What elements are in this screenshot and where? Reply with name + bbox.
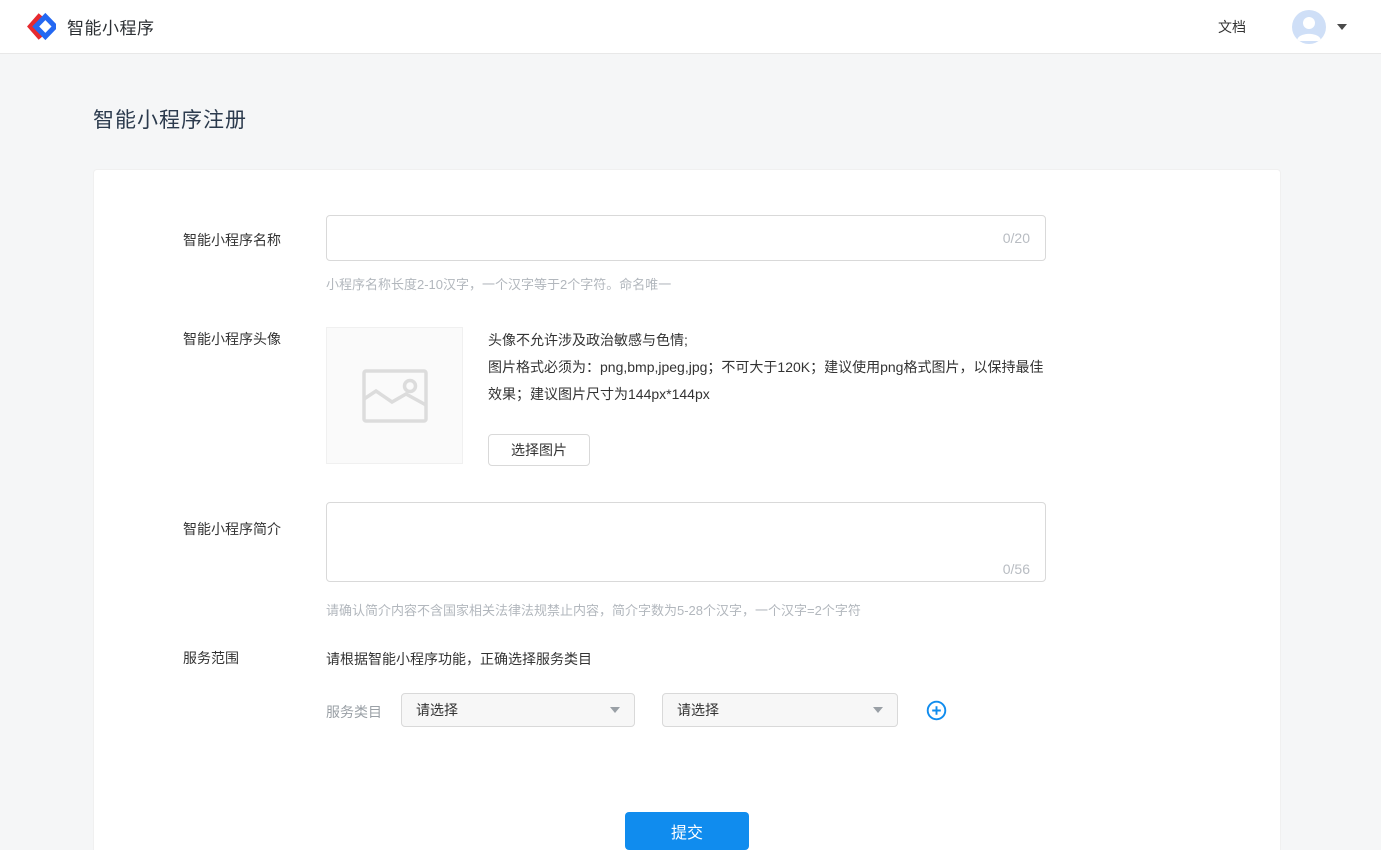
category-select-level2-value: 请选择 <box>677 700 719 720</box>
category-select-level2[interactable]: 请选择 <box>662 693 898 727</box>
brand-title: 智能小程序 <box>67 14 155 39</box>
name-help-text: 小程序名称长度2-10汉字，一个汉字等于2个字符。命名唯一 <box>326 274 1046 293</box>
form-row-scope: 服务范围 请根据智能小程序功能，正确选择服务类目 服务类目 请选择 请选择 <box>94 648 1280 727</box>
chevron-down-icon <box>873 707 883 713</box>
add-circle-icon <box>926 700 947 721</box>
intro-char-counter: 0/56 <box>1003 561 1030 577</box>
avatar-image-placeholder <box>326 327 463 464</box>
user-menu[interactable] <box>1292 10 1347 44</box>
form-row-avatar: 智能小程序头像 头像不允许涉及政治敏感与色情; 图片格式必须为：png,bm <box>94 327 1280 466</box>
intro-help-text: 请确认简介内容不含国家相关法律法规禁止内容，简介字数为5-28个汉字，一个汉字=… <box>326 600 1046 619</box>
category-select-level1-value: 请选择 <box>416 700 458 720</box>
submit-button[interactable]: 提交 <box>625 812 749 850</box>
chevron-down-icon <box>610 707 620 713</box>
name-char-counter: 0/20 <box>1003 230 1030 246</box>
miniprogram-intro-textarea[interactable] <box>326 502 1046 582</box>
caret-down-icon <box>1337 24 1347 30</box>
category-label: 服务类目 <box>326 693 382 722</box>
add-category-button[interactable] <box>926 700 947 721</box>
intro-label: 智能小程序简介 <box>183 502 326 619</box>
scope-label: 服务范围 <box>183 648 326 727</box>
avatar-rule-line2: 图片格式必须为：png,bmp,jpeg,jpg；不可大于120K；建议使用pn… <box>488 354 1048 408</box>
top-navbar: 智能小程序 文档 <box>0 0 1381 54</box>
page-title: 智能小程序注册 <box>93 104 1381 134</box>
avatar-label: 智能小程序头像 <box>183 327 326 466</box>
image-placeholder-icon <box>362 369 428 423</box>
registration-form-card: 智能小程序名称 0/20 小程序名称长度2-10汉字，一个汉字等于2个字符。命名… <box>93 169 1281 850</box>
form-row-name: 智能小程序名称 0/20 小程序名称长度2-10汉字，一个汉字等于2个字符。命名… <box>94 215 1280 293</box>
app-logo-icon <box>27 12 56 41</box>
choose-image-button[interactable]: 选择图片 <box>488 434 590 466</box>
name-label: 智能小程序名称 <box>183 215 326 293</box>
docs-link[interactable]: 文档 <box>1218 17 1246 37</box>
miniprogram-name-input[interactable] <box>326 215 1046 261</box>
scope-instruction: 请根据智能小程序功能，正确选择服务类目 <box>326 648 947 669</box>
brand-home-link[interactable]: 智能小程序 <box>27 12 155 41</box>
avatar-rule-line1: 头像不允许涉及政治敏感与色情; <box>488 327 1048 354</box>
form-row-intro: 智能小程序简介 0/56 请确认简介内容不含国家相关法律法规禁止内容，简介字数为… <box>94 502 1280 619</box>
category-select-level1[interactable]: 请选择 <box>401 693 635 727</box>
submit-row: 提交 <box>94 812 1280 850</box>
user-avatar <box>1292 10 1326 44</box>
